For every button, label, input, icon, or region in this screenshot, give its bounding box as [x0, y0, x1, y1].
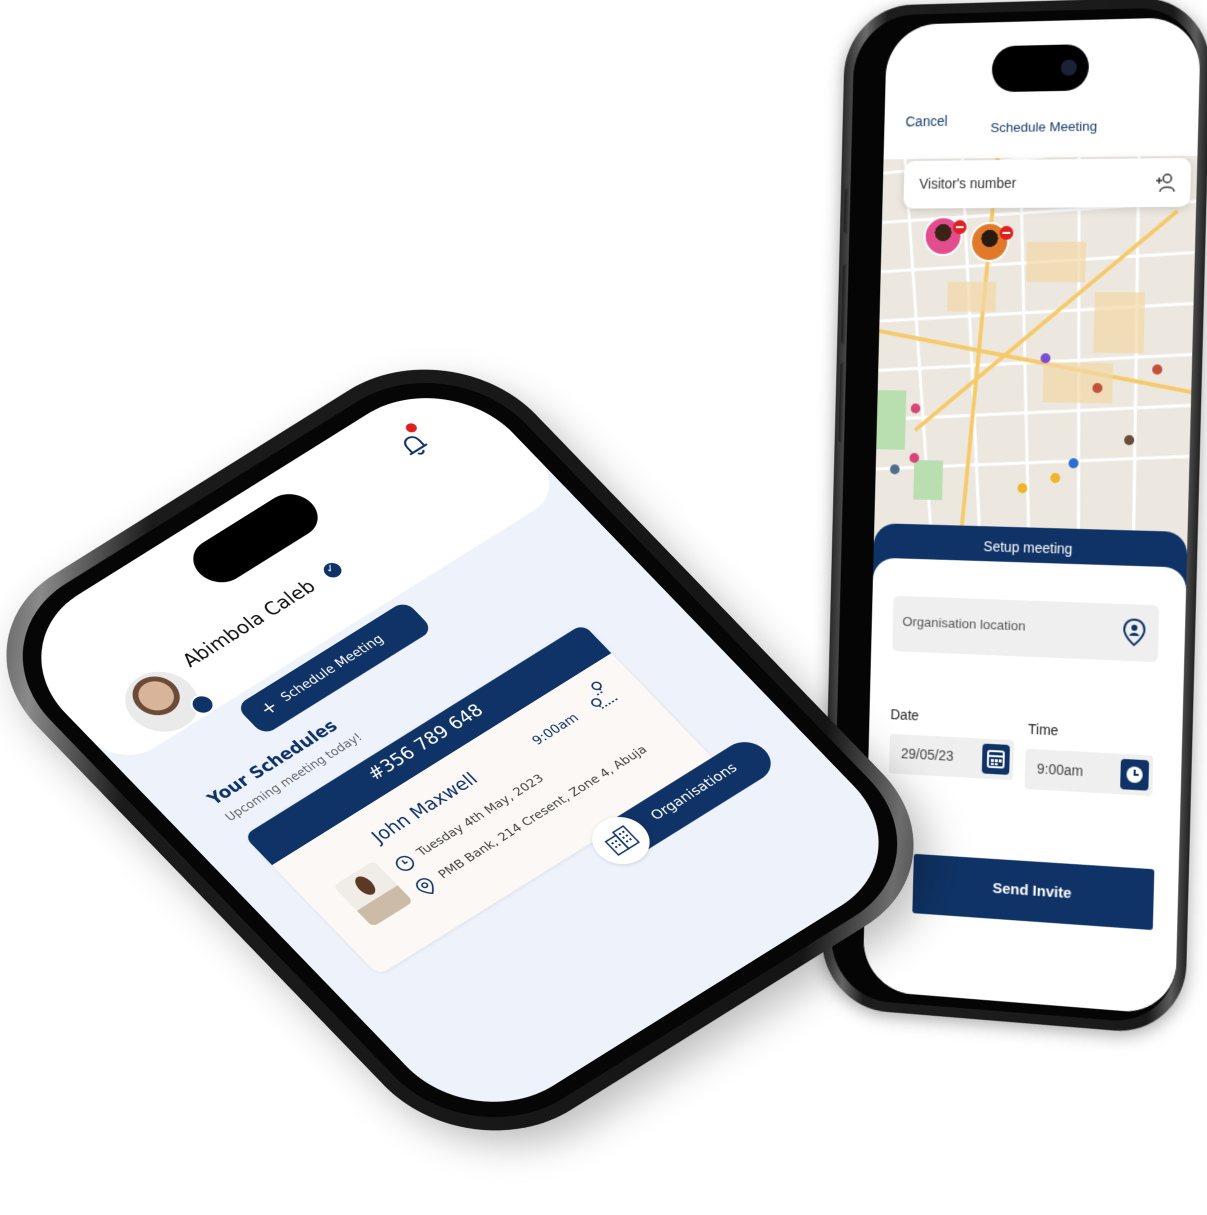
screen-title: Schedule Meeting — [990, 118, 1098, 136]
dynamic-island — [991, 44, 1090, 93]
clock-icon[interactable] — [1120, 758, 1150, 791]
location-pin-icon[interactable] — [1122, 618, 1147, 647]
date-field[interactable]: 29/05/23 — [889, 733, 1014, 781]
date-label: Date — [890, 706, 920, 724]
meeting-time: 9:00am — [529, 710, 583, 749]
send-invite-button[interactable]: Send Invite — [912, 853, 1155, 931]
cancel-button[interactable]: Cancel — [905, 113, 947, 130]
organisation-location-input[interactable]: Organisation location — [892, 595, 1160, 663]
add-person-icon[interactable] — [1154, 171, 1177, 194]
date-value: 29/05/23 — [900, 745, 954, 764]
time-value: 9:00am — [1036, 760, 1084, 780]
top-bar: Cancel Schedule Meeting — [883, 94, 1200, 160]
calendar-icon[interactable] — [981, 743, 1010, 775]
location-icon — [416, 878, 434, 895]
visitor-number-placeholder: Visitor's number — [919, 174, 1017, 192]
time-label: Time — [1027, 720, 1059, 739]
setup-meeting-form: Organisation location Date Time 29/05/23 — [862, 557, 1187, 1016]
organisation-location-placeholder: Organisation location — [902, 613, 1026, 634]
visitor-number-input[interactable]: Visitor's number — [903, 157, 1192, 209]
time-field[interactable]: 9:00am — [1024, 748, 1154, 797]
clock-icon — [395, 855, 415, 871]
setup-meeting-title: Setup meeting — [983, 538, 1073, 557]
home-screen: Abimbola Caleb + Schedule Meeting Your S… — [0, 364, 922, 1136]
route-icon[interactable] — [572, 674, 625, 717]
left-phone: Abimbola Caleb + Schedule Meeting Your S… — [0, 326, 968, 1174]
